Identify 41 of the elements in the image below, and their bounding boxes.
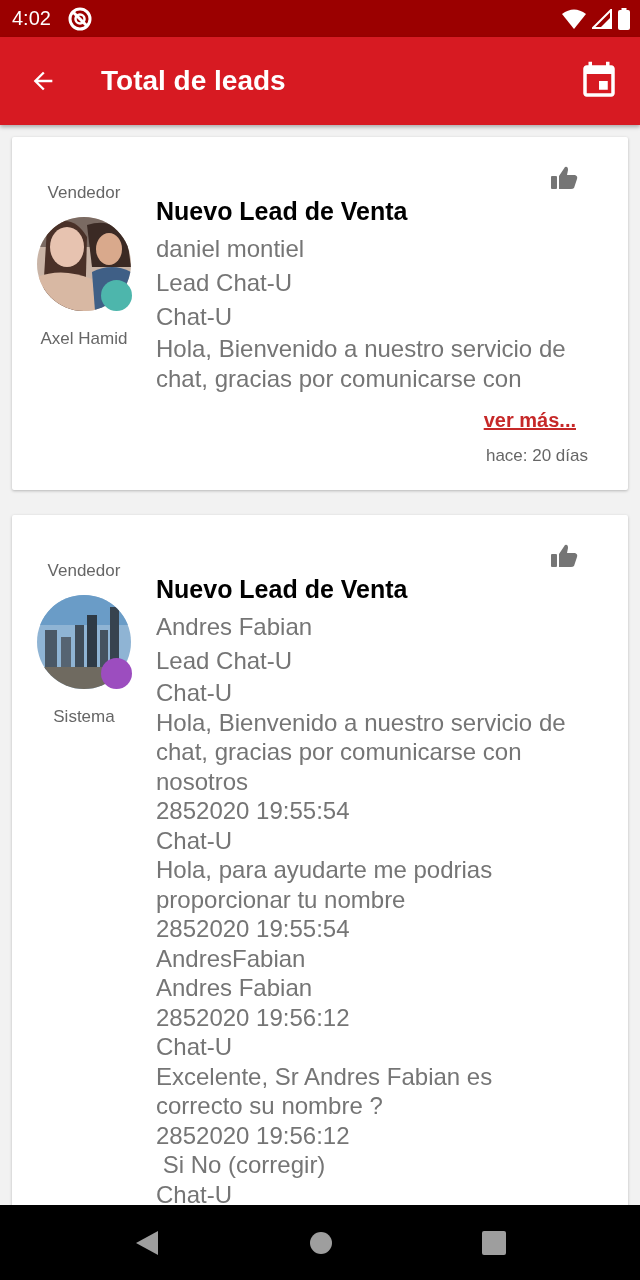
thumbs-up-icon[interactable] (550, 165, 578, 191)
chat-line: Si No (corregir) (161, 1150, 327, 1180)
lead-title: Nuevo Lead de Venta (156, 197, 409, 226)
blocked-icon (66, 5, 93, 32)
time-ago: hace: 20 días (485, 446, 588, 466)
chat-line: Andres Fabian (156, 973, 314, 1003)
status-time: 4:02 (12, 7, 51, 30)
lead-source: Lead Chat-U (156, 268, 294, 298)
wifi-icon (562, 8, 586, 29)
recents-icon[interactable] (481, 1230, 506, 1255)
contact-name: Andres Fabian (156, 612, 314, 642)
back-icon[interactable] (134, 1228, 161, 1257)
lead-card[interactable]: Vendedor Axel Hamid Nuevo Lead de Venta daniel montiel Lead Chat-U Chat-U Hola, Bienvenido a nuestro servicio de chat, gracias por comunicarse con ver más... hace: 20 días (12, 137, 628, 490)
chat-line: Hola, para ayudarte me podrias proporcionar tu nombre (156, 855, 494, 914)
lead-source: Lead Chat-U (156, 646, 294, 676)
chat-line: 2852020 19:55:54 (156, 796, 351, 826)
seller-label: Vendedor (47, 561, 121, 581)
chat-line: Chat-U (156, 1032, 234, 1062)
lead-title: Nuevo Lead de Venta (156, 575, 409, 604)
seller-label: Vendedor (47, 183, 121, 203)
screen-title: Total de leads (101, 65, 286, 97)
seller-name: Axel Hamid (40, 329, 128, 349)
chat-line: Chat-U (156, 678, 234, 708)
chat-line: 2852020 19:56:12 (156, 1002, 351, 1032)
lead-card[interactable] (12, 515, 628, 1205)
chat-line: Chat-U (156, 825, 234, 855)
see-more-link[interactable]: ver más... (483, 409, 576, 432)
chat-line: 2852020 19:56:12 (156, 1120, 351, 1150)
chat-line: Chat-U (156, 1179, 234, 1205)
chat-line: 2852020 19:55:54 (156, 914, 351, 944)
chat-line: AndresFabian (156, 943, 307, 973)
message-preview: Hola, Bienvenido a nuestro servicio de chat, gracias por comunicarse con (156, 334, 567, 393)
battery-icon (618, 7, 630, 30)
thumbs-up-icon[interactable] (550, 543, 578, 569)
signal-icon (592, 8, 612, 29)
channel-name: Chat-U (156, 302, 234, 332)
home-icon[interactable] (309, 1230, 333, 1255)
chat-line: Hola, Bienvenido a nuestro servicio de chat, gracias por comunicarse con nosotros (156, 707, 567, 796)
chat-line: Excelente, Sr Andres Fabian es correcto su nombre ? (156, 1061, 494, 1121)
seller-name: Sistema (53, 707, 115, 727)
contact-name: daniel montiel (156, 234, 306, 264)
